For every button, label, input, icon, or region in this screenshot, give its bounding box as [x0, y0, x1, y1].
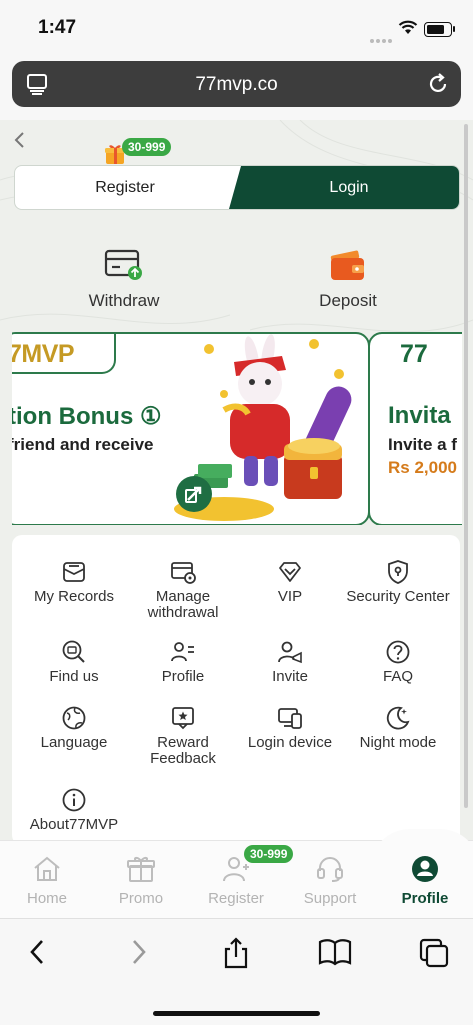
banner-title: tion Bonus ①: [12, 403, 162, 430]
tab-promo[interactable]: Promo: [94, 855, 188, 907]
menu-item-reward-feedback[interactable]: Reward Feedback: [127, 705, 239, 767]
faq-icon: [386, 640, 410, 664]
signal-dots-icon: [370, 30, 394, 48]
wifi-icon: [398, 20, 418, 34]
tab-support[interactable]: Support: [283, 855, 377, 907]
register-button[interactable]: Register: [15, 166, 235, 209]
menu-label: My Records: [33, 588, 115, 605]
tab-label: Register: [208, 890, 264, 907]
bookmarks-icon[interactable]: [318, 937, 352, 967]
back-icon[interactable]: [28, 937, 46, 967]
banner-card-invite-friend[interactable]: 77 Invita Invite a f Rs 2,000: [368, 332, 462, 525]
banner-subtitle: friend and receive: [12, 435, 154, 454]
manage-withdrawal-icon: [171, 562, 196, 584]
tab-profile[interactable]: Profile: [378, 855, 472, 907]
menu-item-find-us[interactable]: Find us: [18, 639, 130, 685]
menu-item-security-center[interactable]: Security Center: [342, 559, 454, 605]
menu-label: Find us: [49, 668, 99, 685]
banner-amount-2: Rs 2,000: [388, 458, 457, 477]
register-bonus-badge: 30-999: [122, 138, 172, 156]
banner-card-invitation-bonus[interactable]: 7MVP tion Bonus ① friend and receive: [12, 332, 370, 525]
menu-item-language[interactable]: Language: [18, 705, 130, 751]
home-icon: [34, 856, 60, 881]
menu-item-invite[interactable]: Invite: [234, 639, 346, 685]
menu-label: Profile: [161, 668, 205, 685]
status-bar: 1:47: [0, 0, 473, 56]
tab-label: Home: [26, 890, 67, 907]
menu-label: Reward Feedback: [150, 734, 216, 767]
menu-label: VIP: [277, 588, 303, 605]
reward-feedback-icon: [172, 707, 194, 730]
app-tab-bar: Home Promo Register 30-999 Support Profi…: [0, 829, 473, 919]
withdraw-label: Withdraw: [88, 291, 160, 310]
banner-title-2: Invita: [388, 402, 451, 429]
status-time: 1:47: [38, 17, 77, 38]
gift-box-icon: [127, 857, 155, 882]
find-us-icon: [62, 640, 85, 663]
bunny-mascot-illustration: [174, 334, 352, 521]
menu-label: FAQ: [382, 668, 413, 685]
profile-menu-grid: My Records Manage withdrawal VIP Securit…: [12, 535, 460, 840]
menu-label: Security Center: [346, 588, 450, 605]
banner-brand: 7MVP: [12, 340, 75, 368]
tab-label: Promo: [118, 890, 164, 907]
language-globe-icon: [62, 706, 86, 730]
tab-label: Support: [303, 890, 357, 907]
login-device-icon: [278, 708, 302, 729]
menu-label: About77MVP: [29, 816, 119, 833]
forward-icon[interactable]: [130, 937, 148, 967]
menu-item-about[interactable]: About77MVP: [18, 787, 130, 833]
login-button[interactable]: Login: [229, 166, 459, 209]
about-info-icon: [62, 788, 86, 812]
menu-label: Night mode: [359, 734, 437, 751]
page-scrollbar[interactable]: [464, 124, 468, 808]
night-mode-icon: [386, 706, 410, 730]
tabs-icon[interactable]: [418, 937, 450, 969]
menu-item-login-device[interactable]: Login device: [234, 705, 346, 751]
security-shield-icon: [388, 560, 408, 584]
menu-item-my-records[interactable]: My Records: [18, 559, 130, 605]
page-content: 30-999 Register Login Withdraw Deposit 7…: [0, 120, 473, 840]
wallet-icon: [330, 250, 364, 280]
share-icon[interactable]: [222, 937, 250, 969]
battery-icon: [424, 22, 452, 37]
records-icon: [63, 562, 85, 582]
vip-diamond-icon: [279, 562, 301, 582]
menu-item-manage-withdrawal[interactable]: Manage withdrawal: [127, 559, 239, 621]
headset-icon: [317, 857, 343, 882]
deposit-button[interactable]: Deposit: [278, 248, 418, 311]
address-bar[interactable]: 77mvp.co: [12, 61, 461, 107]
profile-card-icon: [171, 642, 194, 662]
browser-address-area: 77mvp.co: [0, 56, 473, 120]
menu-label: Invite: [272, 668, 308, 685]
menu-label: Login device: [247, 734, 333, 751]
invite-icon: [278, 641, 302, 664]
menu-item-night-mode[interactable]: Night mode: [342, 705, 454, 751]
withdraw-button[interactable]: Withdraw: [54, 248, 194, 311]
promo-banner-carousel[interactable]: 7MVP tion Bonus ① friend and receive 77 …: [12, 320, 462, 525]
banner-brand-2: 77: [400, 340, 428, 368]
menu-item-profile[interactable]: Profile: [127, 639, 239, 685]
tab-home[interactable]: Home: [0, 855, 94, 907]
auth-toggle: Register Login: [14, 165, 460, 210]
browser-toolbar: [0, 918, 473, 1025]
banner-subtitle-2: Invite a f: [388, 435, 457, 454]
back-chevron-icon[interactable]: [12, 130, 26, 150]
tab-label: Profile: [401, 890, 449, 907]
menu-item-vip[interactable]: VIP: [234, 559, 346, 605]
deposit-label: Deposit: [319, 291, 377, 310]
home-indicator: [153, 1011, 320, 1016]
withdraw-card-icon: [104, 249, 142, 280]
reload-icon[interactable]: [426, 72, 450, 96]
url-domain[interactable]: 77mvp.co: [12, 74, 461, 96]
menu-label: Language: [40, 734, 108, 751]
profile-avatar-icon: [412, 856, 438, 882]
menu-item-faq[interactable]: FAQ: [342, 639, 454, 685]
menu-label: Manage withdrawal: [147, 588, 219, 621]
